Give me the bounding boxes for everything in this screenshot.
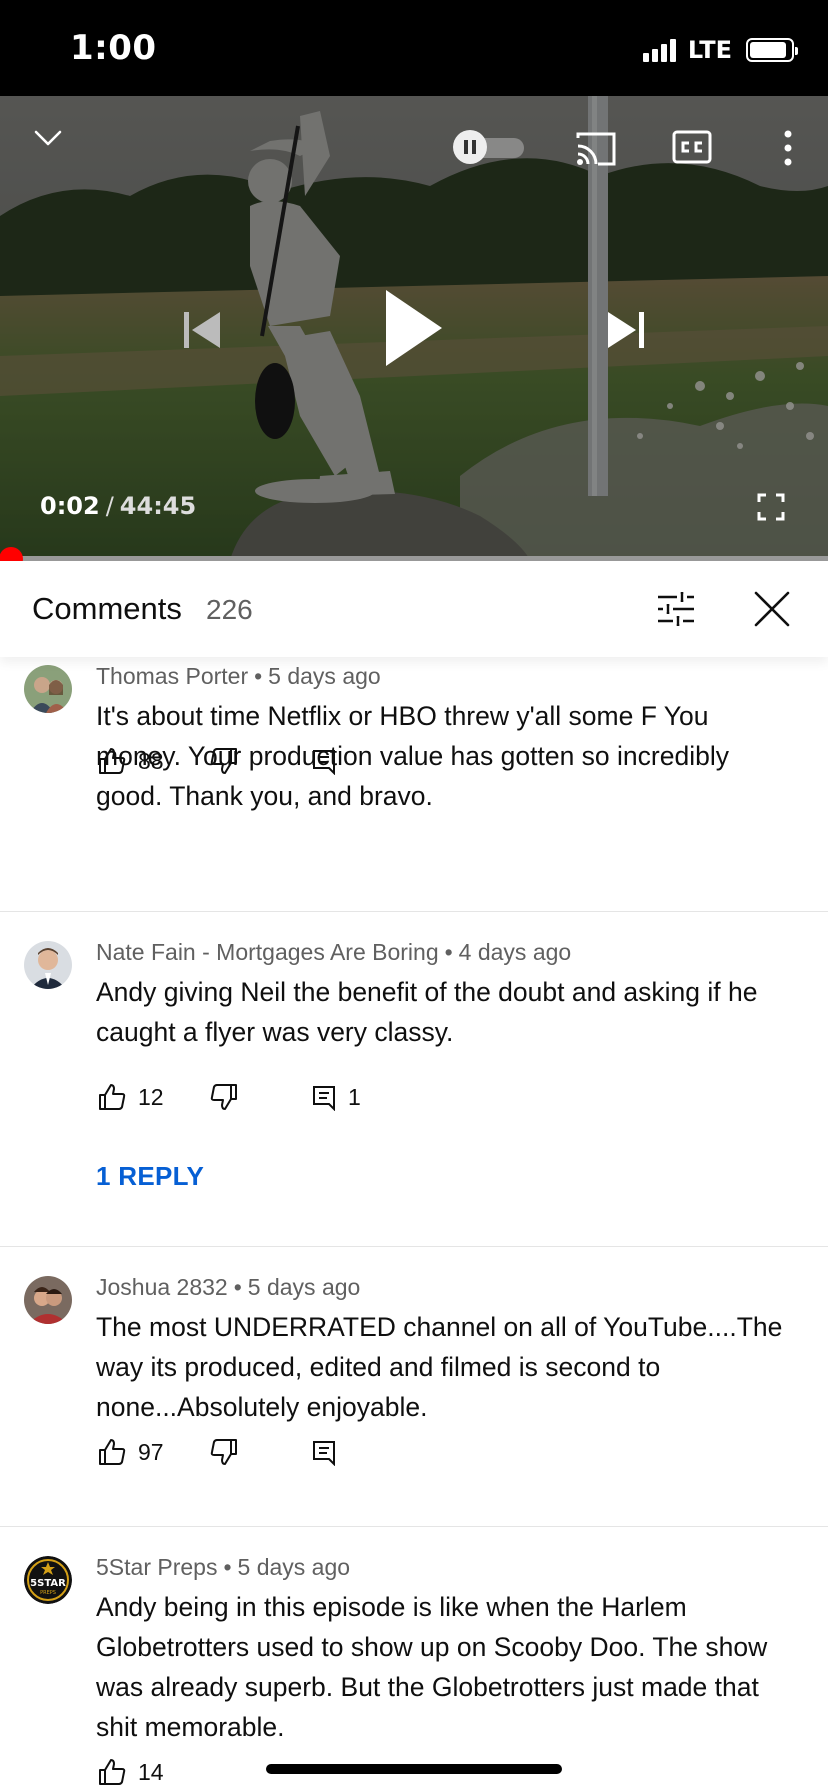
previous-icon[interactable] <box>180 308 224 352</box>
dislike-button[interactable] <box>208 1081 240 1113</box>
thumbs-up-icon <box>99 1084 126 1110</box>
like-count: 14 <box>138 1758 164 1785</box>
video-player[interactable]: 0:02/44:45 <box>0 96 828 560</box>
like-button[interactable]: 97 <box>96 1436 164 1468</box>
comment-meta: Thomas Porter • 5 days ago <box>96 663 381 689</box>
dislike-button[interactable] <box>208 745 240 777</box>
comment-age: 5 days ago <box>247 1274 361 1300</box>
status-time: 1:00 <box>70 28 157 68</box>
reply-button[interactable]: 1 <box>310 1083 361 1111</box>
comment-author[interactable]: 5Star Preps <box>96 1554 217 1580</box>
comment-meta: Joshua 2832 • 5 days ago <box>96 1274 361 1300</box>
comment-author[interactable]: Nate Fain - Mortgages Are Boring <box>96 939 439 965</box>
sort-filter-icon[interactable] <box>652 585 700 633</box>
view-replies-link[interactable]: 1 REPLY <box>96 1161 204 1192</box>
comment-text: Andy being in this episode is like when … <box>96 1592 768 1742</box>
divider <box>0 1246 828 1247</box>
thumbs-down-icon <box>210 1084 237 1110</box>
comment-age: 4 days ago <box>458 939 572 965</box>
thumbs-down-icon <box>210 1439 237 1465</box>
svg-text:PREPS: PREPS <box>40 1590 56 1596</box>
comments-count: 226 <box>206 594 253 625</box>
comment-actions: 12 1 <box>96 1077 361 1117</box>
thumbs-up-icon <box>99 748 126 774</box>
current-time: 0:02 <box>40 492 100 520</box>
comments-header: Comments 226 <box>0 561 828 657</box>
avatar[interactable]: 5STAR PREPS <box>24 1556 72 1604</box>
time-separator: / <box>105 492 114 520</box>
home-indicator <box>266 1764 562 1774</box>
fullscreen-icon[interactable] <box>756 492 786 522</box>
divider <box>0 1526 828 1527</box>
battery-icon <box>746 38 798 62</box>
comments-list[interactable]: Thomas Porter • 5 days ago It's about time… <box>0 657 828 1792</box>
thumbs-up-icon <box>99 1759 126 1785</box>
cast-icon[interactable] <box>574 130 618 168</box>
comment-age: 5 days ago <box>237 1554 351 1580</box>
captions-icon[interactable] <box>672 130 712 164</box>
comment-reply-icon <box>313 750 335 775</box>
play-icon[interactable] <box>382 286 446 370</box>
status-indicators: LTE <box>642 36 798 64</box>
comment-meta: Nate Fain - Mortgages Are Boring • 4 days … <box>96 939 572 965</box>
comment-actions: 14 <box>96 1752 164 1792</box>
close-icon[interactable] <box>748 585 796 633</box>
chevron-down-icon[interactable] <box>28 118 68 158</box>
comments-title: Comments <box>32 591 182 626</box>
reply-count: 1 <box>348 1083 361 1110</box>
autoplay-toggle-icon[interactable] <box>450 130 526 164</box>
next-icon[interactable] <box>604 308 648 352</box>
comment-text: The most UNDERRATED channel on all of Yo… <box>96 1312 783 1422</box>
like-count: 97 <box>138 1438 164 1465</box>
avatar[interactable] <box>24 941 72 989</box>
dislike-button[interactable] <box>208 1436 240 1468</box>
svg-text:5STAR: 5STAR <box>30 1578 66 1589</box>
status-bar: 1:00 LTE <box>0 0 828 96</box>
comment-text: Andy giving Neil the benefit of the doub… <box>96 977 758 1047</box>
comment-age: 5 days ago <box>268 663 381 689</box>
comment-meta: 5Star Preps • 5 days ago <box>96 1554 351 1580</box>
comment-text: It's about time Netflix or HBO threw y'a… <box>96 701 729 811</box>
comment-author[interactable]: Joshua 2832 <box>96 1274 228 1300</box>
avatar[interactable] <box>24 665 72 713</box>
comment-actions: 97 <box>96 1432 335 1472</box>
time-readout: 0:02/44:45 <box>40 492 196 520</box>
comment-reply-icon <box>313 1441 335 1466</box>
comment-actions: 88 <box>96 741 335 781</box>
divider <box>0 911 828 912</box>
more-vert-icon[interactable] <box>776 128 800 168</box>
thumbs-down-icon <box>210 748 237 774</box>
like-count: 88 <box>138 747 164 774</box>
like-button[interactable]: 88 <box>96 745 164 777</box>
avatar[interactable] <box>24 1276 72 1324</box>
reply-button[interactable] <box>310 1438 348 1466</box>
duration: 44:45 <box>119 492 197 520</box>
comment-author[interactable]: Thomas Porter <box>96 663 248 689</box>
thumbs-up-icon <box>99 1439 126 1465</box>
network-type: LTE <box>687 36 732 64</box>
like-button[interactable]: 14 <box>96 1756 164 1788</box>
signal-icon <box>642 38 676 62</box>
comment-reply-icon <box>313 1086 335 1111</box>
like-button[interactable]: 12 <box>96 1081 164 1113</box>
like-count: 12 <box>138 1083 164 1110</box>
reply-button[interactable] <box>310 747 348 775</box>
